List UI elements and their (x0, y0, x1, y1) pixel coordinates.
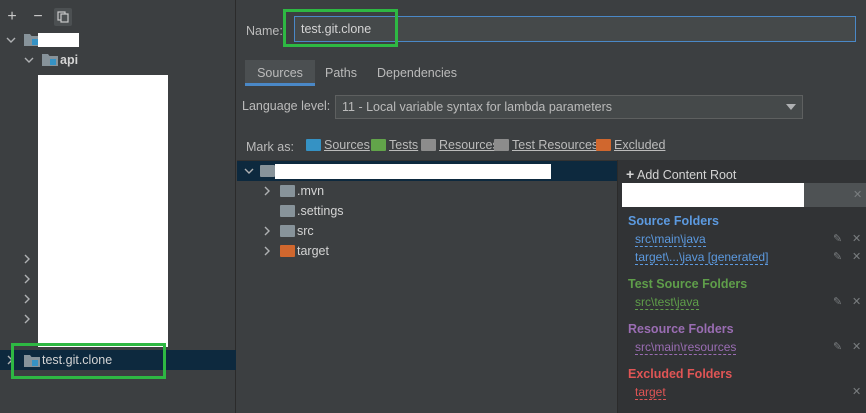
folder-icon (280, 205, 295, 217)
chevron-right-icon[interactable] (22, 254, 32, 264)
chevron-down-icon[interactable] (24, 55, 34, 65)
add-content-root-button[interactable]: + Add Content Root (626, 166, 736, 182)
mark-as-excluded-button[interactable]: Excluded (596, 138, 665, 152)
source-folder-path: src\main\java (635, 232, 706, 247)
resource-folders-title: Resource Folders (628, 322, 734, 336)
resource-folder-path: src\main\resources (635, 340, 737, 355)
resources-folder-icon (421, 139, 436, 151)
mark-as-tests-button[interactable]: Tests (371, 138, 418, 152)
excluded-folder-icon (596, 139, 611, 151)
edit-icon[interactable]: ✎ (833, 295, 842, 308)
redacted-content-root-path (622, 183, 804, 207)
redacted-tree-content (38, 75, 168, 347)
folder-icon (280, 225, 295, 237)
mark-as-label-text: Test Resources (512, 138, 599, 152)
close-icon[interactable]: ✕ (852, 295, 861, 308)
content-tree-item[interactable]: src (297, 224, 314, 238)
highlight-box (283, 9, 398, 47)
close-icon[interactable]: ✕ (852, 385, 861, 398)
language-level-select[interactable]: 11 - Local variable syntax for lambda pa… (335, 95, 803, 119)
content-tree-item[interactable]: target (297, 244, 329, 258)
content-tree-item[interactable]: .settings (297, 204, 344, 218)
language-level-value: 11 - Local variable syntax for lambda pa… (342, 100, 613, 114)
add-module-button[interactable]: + (3, 8, 21, 26)
tests-folder-icon (371, 139, 386, 151)
module-tree-panel: + − api test.git.clone (0, 0, 236, 413)
chevron-right-icon[interactable] (22, 314, 32, 324)
mark-as-label-text: Tests (389, 138, 419, 152)
tab-dependencies[interactable]: Dependencies (373, 60, 461, 86)
test-source-folders-title: Test Source Folders (628, 277, 748, 291)
language-level-label: Language level: (242, 99, 331, 113)
folder-icon (260, 165, 275, 177)
excluded-folder-path: target (635, 385, 666, 400)
tab-paths[interactable]: Paths (319, 60, 363, 86)
source-folders-title: Source Folders (628, 214, 719, 228)
chevron-right-icon[interactable] (22, 294, 32, 304)
plus-icon: + (626, 166, 635, 182)
mark-as-label-text: Resources (439, 138, 499, 152)
chevron-right-icon[interactable] (262, 186, 272, 196)
highlight-box (11, 343, 166, 379)
edit-icon[interactable]: ✎ (833, 232, 842, 245)
copy-module-button[interactable] (54, 8, 72, 26)
mark-as-sources-button[interactable]: Sources (306, 138, 370, 152)
chevron-down-icon[interactable] (244, 166, 254, 176)
excluded-folder-icon (280, 245, 295, 257)
test-source-folder-path: src\test\java (635, 295, 700, 310)
module-folder-icon (42, 54, 58, 66)
redacted-project-name (38, 33, 79, 47)
content-tree-item[interactable]: .mvn (297, 184, 324, 198)
name-label: Name: (246, 24, 283, 38)
remove-root-icon[interactable]: ✕ (853, 188, 862, 201)
mark-as-label-text: Excluded (614, 138, 666, 152)
tree-item-api[interactable]: api (60, 53, 78, 67)
copy-icon (57, 11, 69, 23)
chevron-right-icon[interactable] (22, 274, 32, 284)
remove-module-button[interactable]: − (29, 8, 47, 26)
dropdown-arrow-icon (786, 104, 796, 110)
module-settings-panel: Name: test.git.clone Sources Paths Depen… (237, 0, 866, 413)
mark-as-label-text: Sources (324, 138, 370, 152)
excluded-folders-title: Excluded Folders (628, 367, 733, 381)
content-tree: .mvn .settings src target (237, 160, 617, 413)
close-icon[interactable]: ✕ (852, 232, 861, 245)
tab-sources[interactable]: Sources (245, 60, 315, 86)
edit-icon[interactable]: ✎ (833, 250, 842, 263)
mark-as-label: Mark as: (246, 140, 294, 154)
folder-icon (280, 185, 295, 197)
sources-folder-icon (306, 139, 321, 151)
test-resources-folder-icon (494, 139, 509, 151)
mark-as-resources-button[interactable]: Resources (421, 138, 499, 152)
redacted-root-path (275, 164, 551, 179)
chevron-right-icon[interactable] (262, 246, 272, 256)
close-icon[interactable]: ✕ (852, 340, 861, 353)
add-content-root-label: Add Content Root (636, 168, 737, 182)
edit-icon[interactable]: ✎ (833, 340, 842, 353)
close-icon[interactable]: ✕ (852, 250, 861, 263)
source-folder-path: target\...\java [generated] (635, 250, 769, 265)
mark-as-test-resources-button[interactable]: Test Resources (494, 138, 598, 152)
chevron-right-icon[interactable] (262, 226, 272, 236)
content-roots-panel: + Add Content Root ✕ Source Folders src\… (617, 160, 866, 413)
chevron-down-icon[interactable] (6, 35, 16, 45)
